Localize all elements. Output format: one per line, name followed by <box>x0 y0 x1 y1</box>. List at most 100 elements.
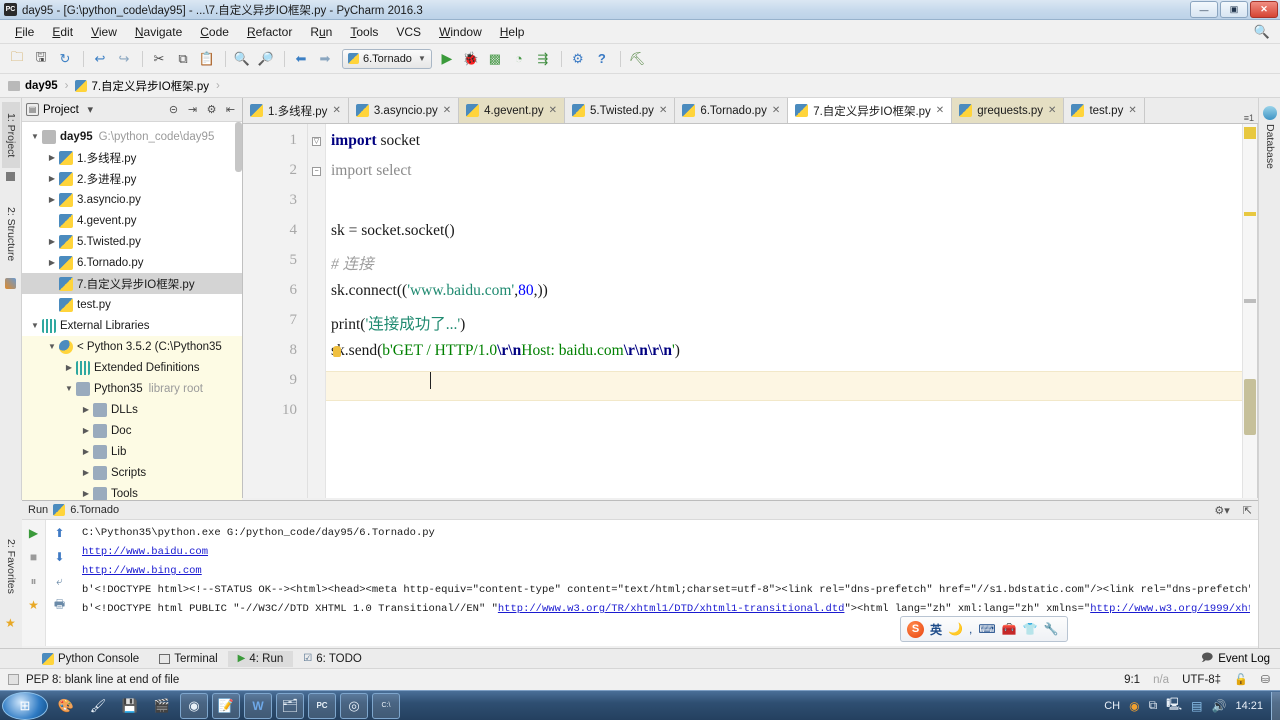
back-icon[interactable]: ⬅ <box>290 48 312 70</box>
close-icon[interactable]: ✕ <box>549 105 557 116</box>
expand-triangle-icon[interactable]: ▶ <box>45 174 59 183</box>
code-line[interactable]: print('连接成功了...') <box>331 312 465 334</box>
settings-icon[interactable]: ⚙ <box>567 48 589 70</box>
code-line[interactable]: sk.send(b'GET / HTTP/1.0\r\nHost: baidu.… <box>331 342 680 360</box>
intention-bulb-icon[interactable] <box>333 346 341 357</box>
skin-icon[interactable]: 👕 <box>1023 622 1038 636</box>
open-folder-icon[interactable]: 🗀 <box>6 48 28 70</box>
expand-triangle-icon[interactable]: ▶ <box>79 489 93 498</box>
menu-file[interactable]: File <box>6 22 43 42</box>
breadcrumb-project[interactable]: day95 <box>25 80 58 92</box>
print-icon[interactable]: 🖶 <box>51 596 69 614</box>
tray-network-icon[interactable]: ▤ <box>1191 699 1202 713</box>
update-icon[interactable]: ⛏ <box>626 48 648 70</box>
replace-icon[interactable]: 🔎 <box>255 48 277 70</box>
profile-button[interactable]: ◔ <box>508 48 530 70</box>
collapse-triangle-icon[interactable]: ▼ <box>62 384 76 393</box>
sidebar-item-favorites[interactable]: 2: Favorites <box>2 524 20 608</box>
tree-item[interactable]: ▶ 2.多进程.py <box>22 168 242 189</box>
copy-icon[interactable]: ⧉ <box>172 48 194 70</box>
menu-tools[interactable]: Tools <box>341 22 387 42</box>
collapse-triangle-icon[interactable]: ▼ <box>45 342 59 351</box>
maximize-button[interactable]: ▣ <box>1220 1 1248 18</box>
editor-tab[interactable]: 4.gevent.py ✕ <box>459 98 566 123</box>
scroll-down-icon[interactable]: ⬇ <box>51 548 69 566</box>
tree-item[interactable]: 7.自定义异步IO框架.py <box>22 273 242 294</box>
change-marker[interactable] <box>1244 299 1256 303</box>
sogou-logo-icon[interactable]: S <box>907 620 924 638</box>
hide-icon[interactable]: ⇱ <box>1243 504 1252 517</box>
editor-tab[interactable]: 7.自定义异步IO框架.py ✕ <box>788 98 953 123</box>
menu-edit[interactable]: Edit <box>43 22 82 42</box>
taskbar-media-icon[interactable]: 🎬 <box>148 693 176 719</box>
tab-run[interactable]: ▶ 4: Run <box>227 650 294 667</box>
editor-tab[interactable]: 1.多线程.py ✕ <box>243 98 349 123</box>
forward-icon[interactable]: ➡ <box>314 48 336 70</box>
close-icon[interactable]: ✕ <box>936 105 944 116</box>
gear-icon[interactable]: ⚙▾ <box>1214 504 1229 517</box>
moon-icon[interactable]: 🌙 <box>948 622 963 636</box>
tree-item[interactable]: ▼ day95 G:\python_code\day95 <box>22 126 242 147</box>
menu-navigate[interactable]: Navigate <box>126 22 191 42</box>
close-button[interactable]: ✕ <box>1250 1 1278 18</box>
undo-icon[interactable]: ↩ <box>89 48 111 70</box>
tree-item[interactable]: ▶ Lib <box>22 441 242 462</box>
tree-item[interactable]: ▶ Extended Definitions <box>22 357 242 378</box>
sidebar-item-project[interactable]: 1: Project <box>2 102 20 168</box>
taskbar-explorer-icon[interactable]: 🗂 <box>276 692 304 719</box>
tree-item[interactable]: ▶ 1.多线程.py <box>22 147 242 168</box>
wrench-icon[interactable]: 🔧 <box>1044 622 1059 636</box>
rerun-button[interactable]: ▶ <box>25 524 43 542</box>
console-link[interactable]: http://www.bing.com <box>82 565 202 577</box>
tree-item[interactable]: ▼ External Libraries <box>22 315 242 336</box>
show-desktop-button[interactable] <box>1271 691 1280 720</box>
editor-tab[interactable]: 3.asyncio.py ✕ <box>348 98 460 123</box>
toolbox-icon[interactable]: 🧰 <box>1002 622 1017 636</box>
tray-clock[interactable]: 14:21 <box>1235 700 1263 712</box>
sidebar-item-structure[interactable]: 2: Structure <box>2 194 20 274</box>
tray-volume-icon[interactable]: 🔊 <box>1212 699 1227 713</box>
code-line[interactable]: import select <box>331 162 412 180</box>
resume-button[interactable]: ⏸ <box>25 572 43 590</box>
line-separator[interactable]: n/a <box>1153 674 1169 686</box>
hide-icon[interactable]: ⇤ <box>223 102 238 117</box>
taskbar-pycharm-icon[interactable]: PC <box>308 692 336 719</box>
collapse-triangle-icon[interactable]: ▼ <box>28 132 42 141</box>
expand-triangle-icon[interactable]: ▶ <box>45 258 59 267</box>
menu-vcs[interactable]: VCS <box>387 22 430 42</box>
console-link[interactable]: http://www.w3.org/TR/xhtml1/DTD/xhtml1-t… <box>498 603 845 615</box>
menu-refactor[interactable]: Refactor <box>238 22 301 42</box>
editor-tab[interactable]: 6.Tornado.py ✕ <box>675 98 789 123</box>
save-all-icon[interactable]: 🖫 <box>30 48 52 70</box>
favorites-pin-icon[interactable]: ★ <box>25 596 43 614</box>
find-icon[interactable]: 🔍 <box>231 48 253 70</box>
minimize-button[interactable]: — <box>1190 1 1218 18</box>
breadcrumb-file[interactable]: 7.自定义异步IO框架.py <box>91 78 209 94</box>
close-icon[interactable]: ✕ <box>659 105 667 116</box>
tree-item[interactable]: ▶ 3.asyncio.py <box>22 189 242 210</box>
tab-todo[interactable]: ☑ 6: TODO <box>293 651 372 667</box>
tree-item[interactable]: ▼ < Python 3.5.2 (C:\Python35 <box>22 336 242 357</box>
tab-python-console[interactable]: Python Console <box>32 651 149 667</box>
expand-icon[interactable]: ⇥ <box>185 102 200 117</box>
tray-monitor-icon[interactable]: 🖳 <box>1166 695 1182 716</box>
tree-item[interactable]: 4.gevent.py <box>22 210 242 231</box>
expand-triangle-icon[interactable]: ▶ <box>62 363 76 372</box>
inspection-level-icon[interactable]: ⛁ <box>1261 673 1270 686</box>
ime-mode-label[interactable]: 英 <box>930 621 942 638</box>
caret-position[interactable]: 9:1 <box>1124 674 1140 686</box>
tray-shield-icon[interactable]: ◉ <box>1129 699 1139 713</box>
tree-item[interactable]: ▶ Scripts <box>22 462 242 483</box>
tab-terminal[interactable]: Terminal <box>149 651 227 667</box>
paste-icon[interactable]: 📋 <box>196 48 218 70</box>
tray-windows-icon[interactable]: ⧉ <box>1149 698 1158 713</box>
taskbar-paint-icon[interactable]: 🖌 <box>84 693 112 719</box>
menu-code[interactable]: Code <box>191 22 238 42</box>
expand-triangle-icon[interactable]: ▶ <box>45 153 59 162</box>
editor-scrollbar[interactable] <box>1242 124 1257 498</box>
console-output[interactable]: C:\Python35\python.exe G:/python_code/da… <box>74 520 1250 646</box>
console-link[interactable]: http://www.baidu.com <box>82 546 208 558</box>
code-line[interactable]: import socket <box>331 132 420 150</box>
taskbar-notepad-icon[interactable]: 📝 <box>212 692 240 719</box>
expand-triangle-icon[interactable]: ▶ <box>79 468 93 477</box>
